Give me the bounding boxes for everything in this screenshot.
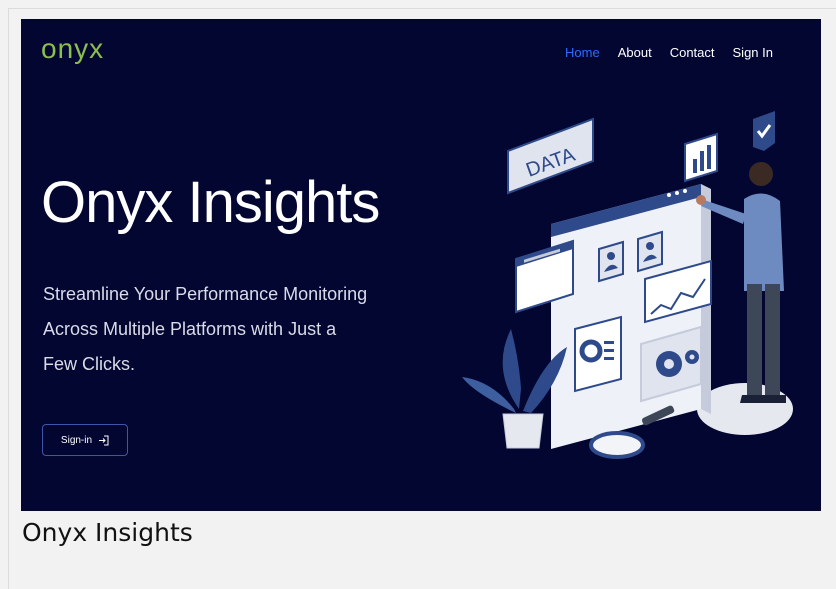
nav-home[interactable]: Home (565, 45, 600, 60)
data-tag: DATA (507, 117, 594, 195)
page-caption: Onyx Insights (22, 518, 193, 547)
sign-in-button-label: Sign-in (60, 434, 93, 446)
sign-in-icon (99, 435, 109, 445)
logo[interactable]: onyx (41, 33, 104, 65)
nav-about[interactable]: About (618, 45, 652, 60)
dashboard-board (551, 184, 712, 449)
hero-subtitle: Streamline Your Performance Monitoring A… (43, 284, 368, 374)
nav-contact[interactable]: Contact (670, 45, 715, 60)
check-badge (753, 111, 775, 151)
page-title: Onyx Insights (41, 170, 380, 235)
sign-in-button[interactable]: Sign-in (42, 424, 128, 456)
data-analytics-illustration: DATA (462, 111, 793, 459)
bar-chart-card (684, 132, 718, 183)
nav-sign-in[interactable]: Sign In (733, 45, 773, 60)
top-nav: Home About Contact Sign In (565, 45, 773, 60)
hero-section: onyx Home About Contact Sign In Onyx Ins… (21, 19, 821, 511)
